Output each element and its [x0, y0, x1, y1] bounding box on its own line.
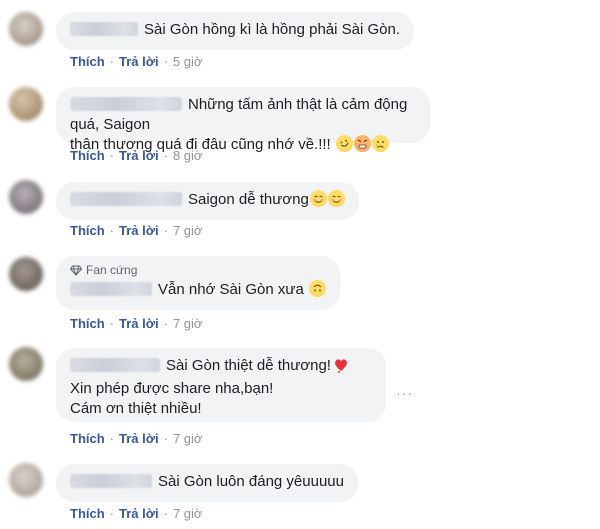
- like-button[interactable]: Thích: [70, 223, 105, 238]
- comment-bubble: Fan cứng Vẫn nhớ Sài Gòn xưa: [56, 256, 340, 310]
- heart-exclamation-icon: [333, 356, 349, 379]
- commenter-name[interactable]: [70, 22, 138, 36]
- smiling-face-icon: [327, 190, 345, 207]
- separator: ·: [163, 431, 168, 446]
- fan-badge[interactable]: Fan cứng: [70, 262, 326, 278]
- crying-face-icon: [371, 135, 389, 152]
- comment-actions: Thích · Trả lời · 7 giờ: [70, 431, 202, 446]
- comment-actions: Thích · Trả lời · 7 giờ: [70, 223, 202, 238]
- comment-text: Saigon dễ thương: [188, 191, 309, 208]
- avatar[interactable]: [9, 87, 43, 121]
- comment-text: Sài Gòn luôn đáng yêuuuuu: [158, 473, 344, 490]
- smiling-face-icon: [309, 190, 327, 207]
- commenter-name[interactable]: [70, 97, 182, 111]
- comment-bubble: Những tấm ảnh thật là cảm động quá, Saig…: [56, 87, 430, 155]
- comment-text: Vẫn nhớ Sài Gòn xưa: [158, 281, 308, 298]
- separator: ·: [163, 506, 168, 521]
- separator: ·: [109, 316, 115, 331]
- reply-button[interactable]: Trả lời: [119, 148, 159, 163]
- comment-text-line: Cám ơn thiệt nhiều!: [70, 400, 202, 417]
- like-button[interactable]: Thích: [70, 54, 105, 69]
- comment-actions: Thích · Trả lời · 7 giờ: [70, 506, 202, 521]
- comment-bubble: Sài Gòn luôn đáng yêuuuuu: [56, 464, 358, 502]
- comment-timestamp[interactable]: 8 giờ: [173, 148, 203, 163]
- comment-text-line: Xin phép được share nha,bạn!: [70, 380, 274, 397]
- comment-actions: Thích · Trả lời · 7 giờ: [70, 316, 202, 331]
- separator: ·: [163, 54, 168, 69]
- separator: ·: [109, 148, 115, 163]
- avatar[interactable]: [9, 347, 43, 381]
- like-button[interactable]: Thích: [70, 316, 105, 331]
- avatar[interactable]: [9, 12, 43, 46]
- comment-timestamp[interactable]: 7 giờ: [173, 506, 203, 521]
- reply-button[interactable]: Trả lời: [119, 223, 159, 238]
- reply-button[interactable]: Trả lời: [119, 431, 159, 446]
- like-button[interactable]: Thích: [70, 506, 105, 521]
- reply-button[interactable]: Trả lời: [119, 54, 159, 69]
- comment-bubble: Sài Gòn hồng kì là hồng phải Sài Gòn.: [56, 12, 415, 50]
- diamond-icon: [70, 265, 82, 276]
- upside-down-face-icon: [308, 280, 326, 297]
- comment-bubble: Sài Gòn thiệt dễ thương! Xin phép được s…: [56, 348, 386, 422]
- commenter-name[interactable]: [70, 282, 152, 296]
- avatar[interactable]: [9, 463, 43, 497]
- like-button[interactable]: Thích: [70, 148, 105, 163]
- comment-actions: Thích · Trả lời · 5 giờ: [70, 54, 202, 69]
- separator: ·: [109, 54, 115, 69]
- separator: ·: [109, 223, 115, 238]
- fan-badge-label: Fan cứng: [86, 263, 138, 277]
- separator: ·: [109, 431, 115, 446]
- commenter-name[interactable]: [70, 192, 182, 206]
- reply-button[interactable]: Trả lời: [119, 316, 159, 331]
- rofl-face-icon: [333, 132, 356, 155]
- comment-bubble: Saigon dễ thương: [56, 182, 359, 220]
- separator: ·: [109, 506, 115, 521]
- avatar[interactable]: [9, 180, 43, 214]
- comment-timestamp[interactable]: 7 giờ: [173, 316, 203, 331]
- separator: ·: [163, 316, 168, 331]
- avatar[interactable]: [9, 257, 43, 291]
- comment-timestamp[interactable]: 7 giờ: [173, 431, 203, 446]
- like-button[interactable]: Thích: [70, 431, 105, 446]
- comment-text-line: Sài Gòn thiệt dễ thương!: [166, 357, 331, 374]
- comment-actions: Thích · Trả lời · 8 giờ: [70, 148, 202, 163]
- more-options-icon[interactable]: ···: [396, 385, 413, 401]
- comment-text: Sài Gòn hồng kì là hồng phải Sài Gòn.: [144, 21, 401, 38]
- comment-timestamp[interactable]: 7 giờ: [173, 223, 203, 238]
- commenter-name[interactable]: [70, 474, 152, 488]
- reply-button[interactable]: Trả lời: [119, 506, 159, 521]
- separator: ·: [163, 223, 168, 238]
- angry-face-icon: [353, 135, 371, 152]
- commenter-name[interactable]: [70, 358, 160, 372]
- separator: ·: [163, 148, 168, 163]
- comment-timestamp[interactable]: 5 giờ: [173, 54, 203, 69]
